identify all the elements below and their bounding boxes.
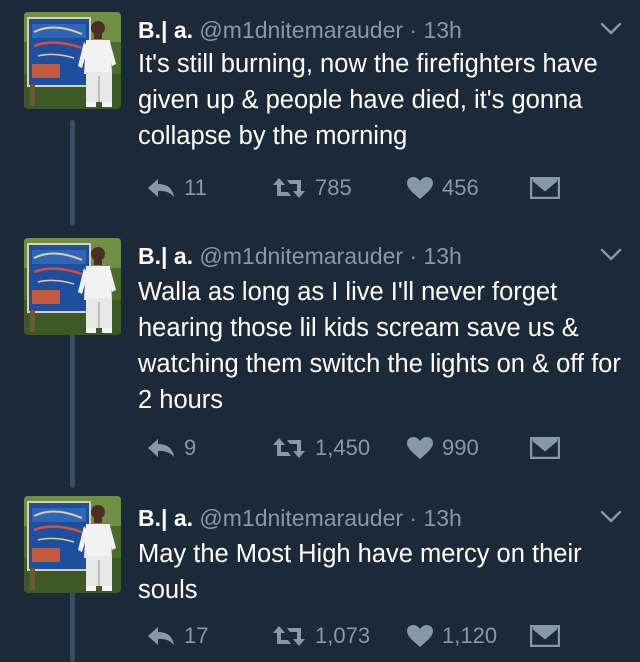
reply-icon: [148, 439, 174, 457]
like-icon: [407, 437, 433, 459]
timestamp[interactable]: 13h: [423, 243, 461, 269]
retweet-button[interactable]: 785: [271, 172, 352, 204]
like-count: 456: [442, 175, 479, 200]
avatar[interactable]: [24, 496, 121, 593]
user-handle[interactable]: @m1dnitemarauder: [199, 505, 403, 531]
display-name[interactable]: B.| a.: [138, 243, 193, 269]
tweet-actions: 11 785 456: [0, 172, 640, 204]
like-icon: [407, 625, 433, 647]
retweet-icon: [273, 178, 305, 198]
dm-icon: [530, 177, 560, 199]
like-count: 1,120: [442, 623, 498, 648]
like-button[interactable]: 456: [406, 172, 479, 204]
thread-line: [70, 334, 75, 488]
like-button[interactable]: 1,120: [406, 620, 497, 652]
reply-count: 9: [184, 435, 197, 460]
timestamp[interactable]: 13h: [423, 17, 461, 43]
profile-photo: [24, 12, 121, 109]
tweet-3[interactable]: B.| a. @m1dnitemarauder · 13h May the Mo…: [0, 488, 640, 662]
retweet-count: 1,450: [315, 435, 371, 460]
reply-icon: [148, 627, 174, 645]
avatar[interactable]: [24, 238, 121, 335]
reply-button[interactable]: 9: [146, 432, 196, 464]
reply-count: 17: [184, 623, 209, 648]
reply-count: 11: [184, 175, 207, 200]
profile-photo: [24, 496, 121, 593]
tweet-text: Walla as long as I live I'll never forge…: [138, 278, 621, 414]
like-count: 990: [442, 435, 479, 460]
retweet-count: 785: [315, 175, 352, 200]
tweet-1[interactable]: B.| a. @m1dnitemarauder · 13h It's still…: [0, 0, 640, 226]
chevron-down-icon[interactable]: [600, 22, 622, 36]
tweet-text: It's still burning, now the firefighters…: [138, 50, 598, 150]
avatar[interactable]: [24, 12, 121, 109]
dm-icon: [530, 625, 560, 647]
retweet-icon: [273, 626, 305, 646]
tweet-header: B.| a. @m1dnitemarauder · 13h: [138, 14, 640, 46]
profile-photo: [24, 238, 121, 335]
retweet-icon: [273, 438, 305, 458]
separator: ·: [409, 243, 418, 269]
retweet-button[interactable]: 1,073: [271, 620, 370, 652]
dm-icon: [530, 437, 560, 459]
display-name[interactable]: B.| a.: [138, 505, 193, 531]
user-handle[interactable]: @m1dnitemarauder: [199, 243, 403, 269]
display-name[interactable]: B.| a.: [138, 17, 193, 43]
tweet-header: B.| a. @m1dnitemarauder · 13h: [138, 502, 640, 534]
direct-message-button[interactable]: [530, 620, 560, 652]
tweet-header: B.| a. @m1dnitemarauder · 13h: [138, 240, 640, 272]
separator: ·: [409, 505, 418, 531]
tweet-text: May the Most High have mercy on their so…: [138, 540, 582, 604]
chevron-down-icon[interactable]: [600, 510, 622, 524]
tweet-actions: 9 1,450 990: [0, 432, 640, 464]
retweet-count: 1,073: [315, 623, 371, 648]
user-handle[interactable]: @m1dnitemarauder: [199, 17, 403, 43]
tweet-actions: 17 1,073 1,120: [0, 620, 640, 652]
separator: ·: [409, 17, 418, 43]
tweet-2[interactable]: B.| a. @m1dnitemarauder · 13h Walla as l…: [0, 226, 640, 488]
direct-message-button[interactable]: [530, 432, 560, 464]
direct-message-button[interactable]: [530, 172, 560, 204]
like-button[interactable]: 990: [406, 432, 479, 464]
reply-icon: [148, 179, 174, 197]
chevron-down-icon[interactable]: [600, 248, 622, 262]
retweet-button[interactable]: 1,450: [271, 432, 370, 464]
like-icon: [407, 177, 433, 199]
timestamp[interactable]: 13h: [423, 505, 461, 531]
reply-button[interactable]: 17: [146, 620, 208, 652]
reply-button[interactable]: 11: [146, 172, 207, 204]
